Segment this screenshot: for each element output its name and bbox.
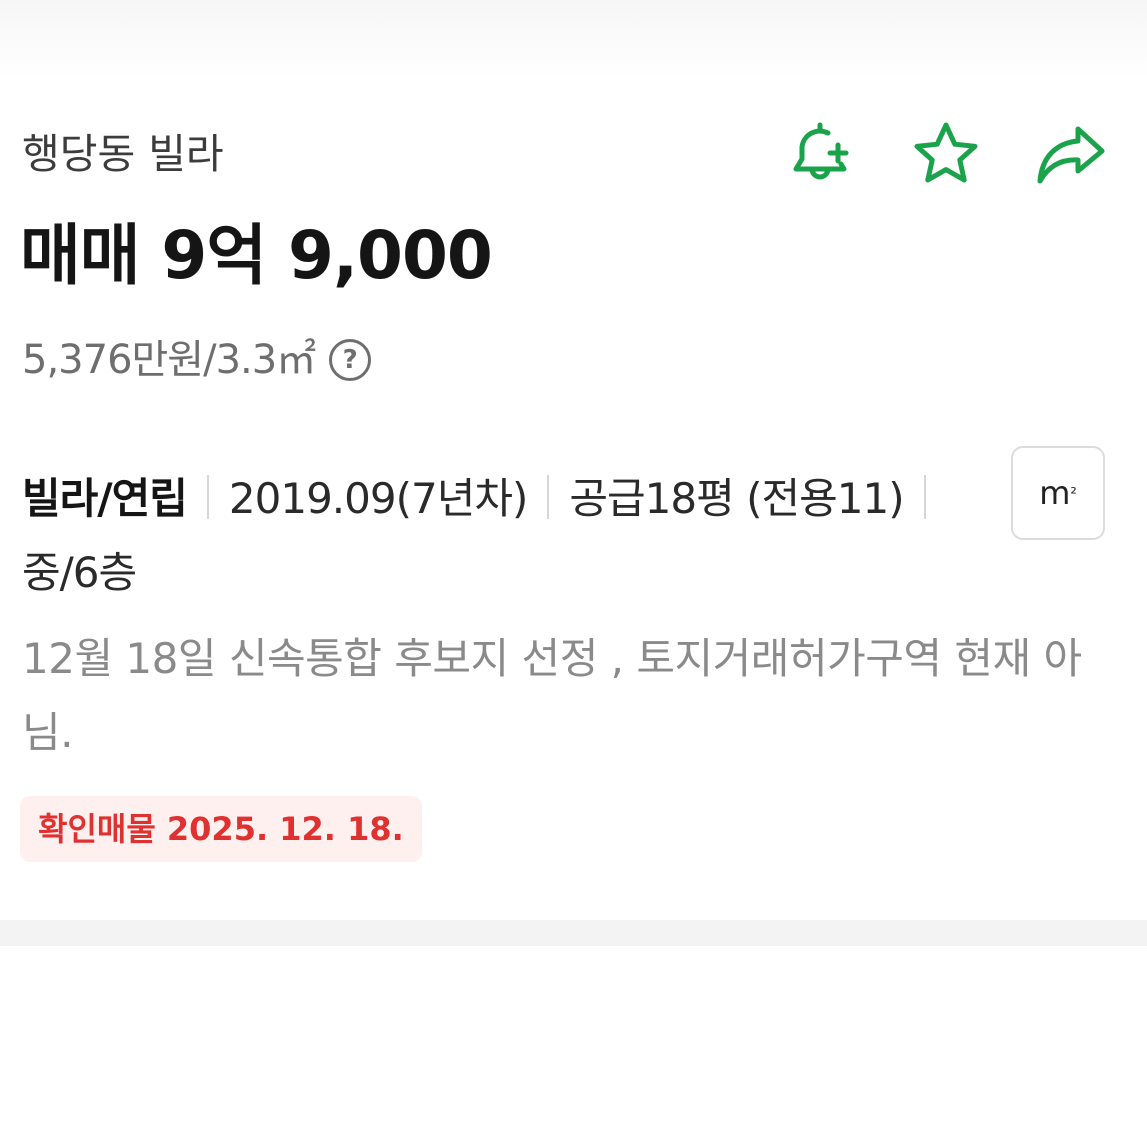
listing-location: 행당동 빌라 [22,130,224,178]
top-fade [0,0,1147,80]
listing-page: 행당동 빌라 매매 9억 9,000 5,376만원/3.3㎡ ? 빌라/연립 2… [0,0,1147,1147]
star-icon [914,122,978,183]
share-button[interactable] [1035,118,1109,192]
unit-price: 5,376만원/3.3㎡ [22,337,316,383]
spec-summary: 빌라/연립 2019.09(7년차) 공급18평 (전용11) 중/6층 [22,462,962,610]
divider-bar [206,475,209,519]
built-year: 2019.09(7년차) [228,474,528,523]
area-unit-toggle-button[interactable]: m² [1011,446,1105,540]
floor-info: 중/6층 [22,548,137,597]
alert-button[interactable] [783,118,857,192]
listing-description: 12월 18일 신속통합 후보지 선정 , 토지거래허가구역 현재 아님. [22,634,1082,757]
floor-area: 공급18평 (전용11) [569,474,904,523]
section-divider [0,920,1147,946]
share-icon [1037,126,1105,184]
help-icon[interactable]: ? [329,339,372,381]
property-type: 빌라/연립 [22,474,188,523]
listing-price: 매매 9억 9,000 [20,217,493,294]
bell-plus-icon [793,122,849,180]
divider-bar [923,475,926,519]
verified-badge: 확인매물 2025. 12. 18. [20,796,422,862]
unit-price-row: 5,376만원/3.3㎡ ? [22,334,372,386]
action-bar [783,118,1109,192]
favorite-button[interactable] [909,118,983,192]
unit-toggle-label: m [1039,474,1071,512]
unit-toggle-sup: ² [1070,483,1077,503]
divider-bar [547,475,550,519]
